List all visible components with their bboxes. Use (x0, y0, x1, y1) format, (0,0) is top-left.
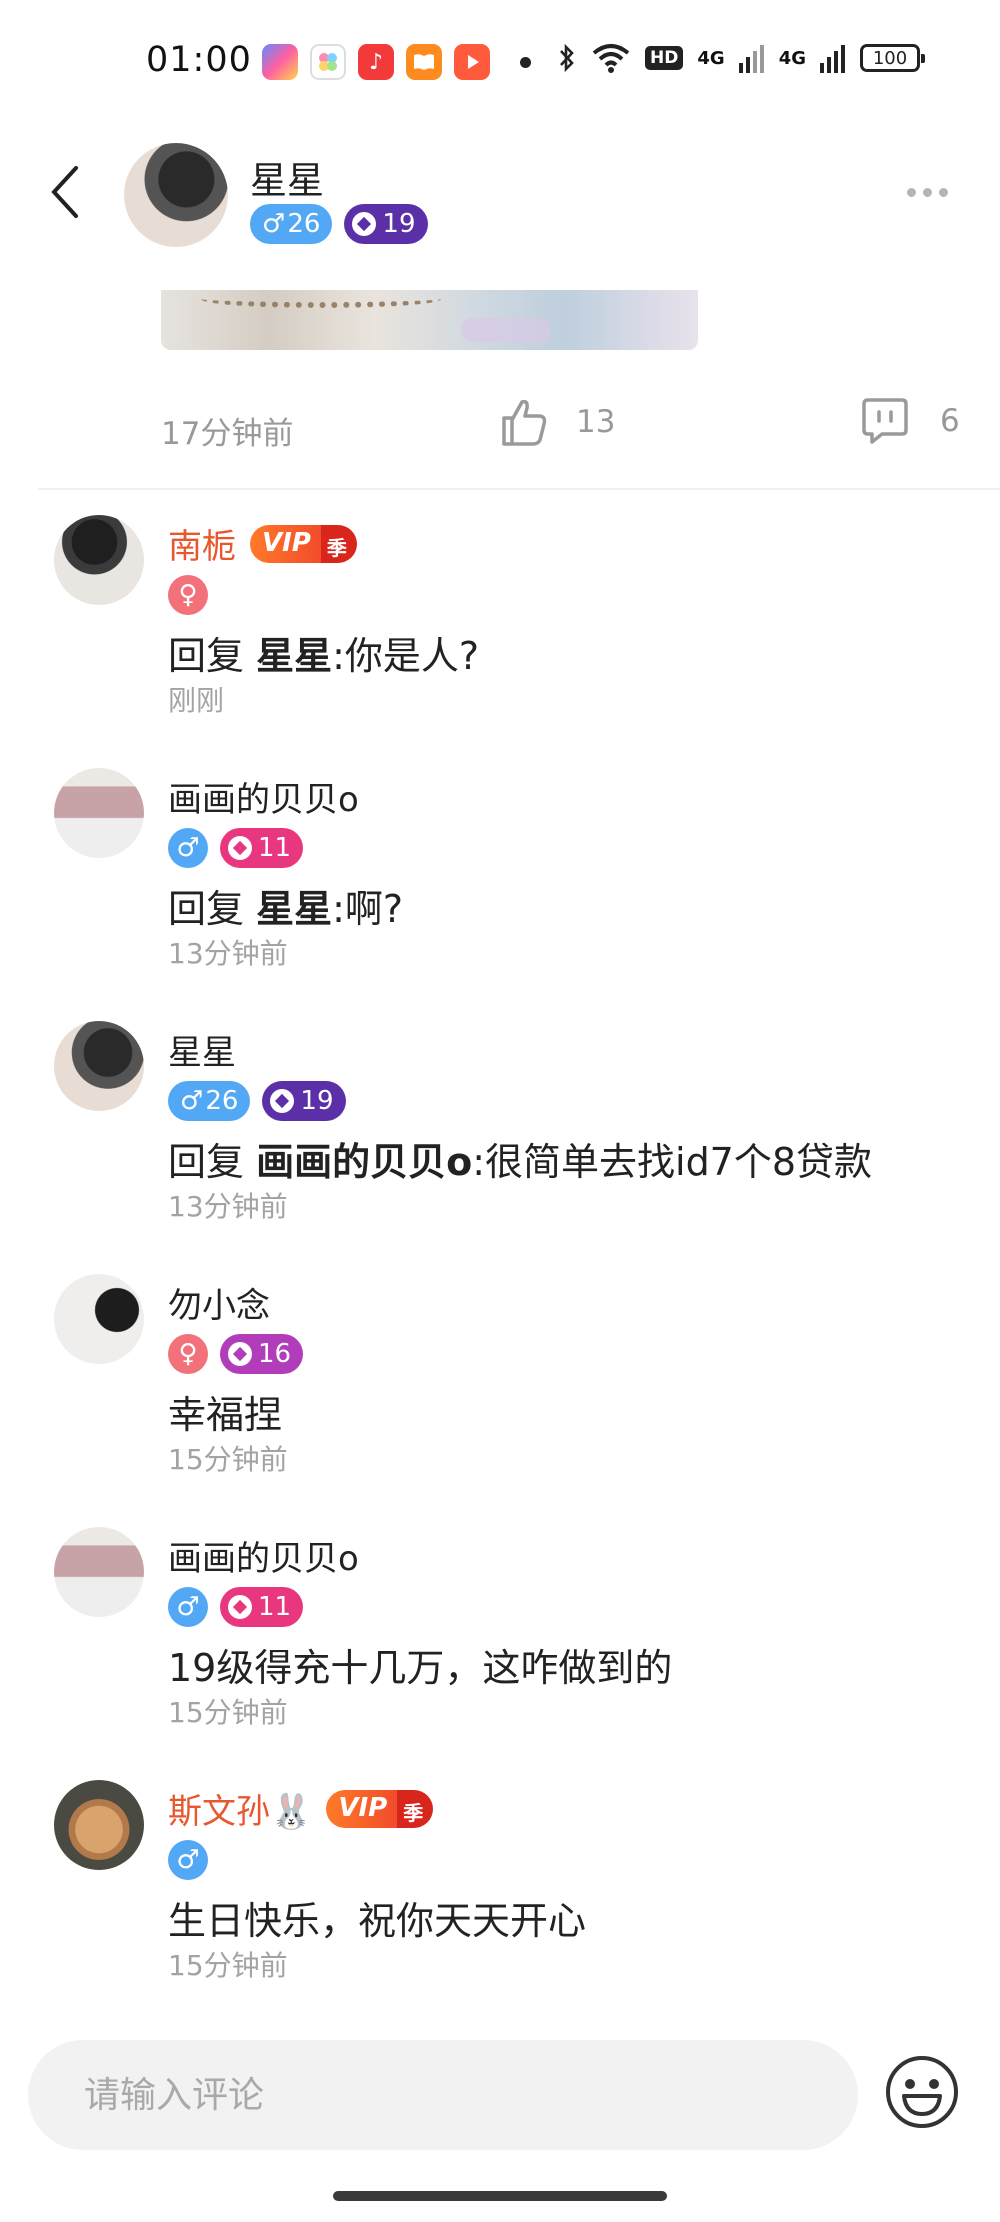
reply-target[interactable]: 星星 (256, 634, 332, 678)
thumbs-up-icon (502, 399, 547, 446)
comment-input[interactable] (28, 2040, 858, 2150)
avatar[interactable] (54, 515, 144, 605)
level-badge: 19 (344, 204, 428, 244)
comment-item[interactable]: 画画的贝贝o ♂ 11 回复 星星:啊? 13分钟前 (0, 768, 1000, 1008)
comment-bubble-icon (862, 398, 908, 444)
diamond-icon (352, 212, 377, 236)
level-badge: 16 (220, 1334, 304, 1374)
header-badges: ♂ 26 19 (250, 204, 428, 244)
comment-item[interactable]: 勿小念 ♀ 16 幸福捏 15分钟前 (0, 1274, 1000, 1514)
bluetooth-icon (560, 43, 574, 73)
avatar[interactable] (54, 1021, 144, 1111)
battery-icon: 100 (860, 44, 925, 72)
comment-text: 回复 画画的贝贝o:很简单去找id7个8贷款 (168, 1140, 873, 1184)
app-icon-theme (310, 44, 346, 80)
comment-text: 回复 星星:你是人? (168, 634, 480, 678)
vip-badge: VIP 季 (326, 1789, 434, 1828)
diamond-icon (228, 1342, 252, 1366)
avatar[interactable] (54, 1780, 144, 1870)
like-button[interactable]: 13 (500, 396, 615, 448)
level-badge: 19 (262, 1081, 346, 1121)
avatar[interactable] (54, 768, 144, 858)
comment-username[interactable]: 勿小念 (168, 1278, 270, 1327)
signal-2-label: 4G (778, 47, 806, 69)
reply-target[interactable]: 星星 (256, 887, 332, 931)
comment-time: 13分钟前 (168, 937, 288, 970)
comment-button[interactable]: 6 (860, 396, 960, 446)
diamond-icon (228, 836, 252, 860)
vip-badge: VIP 季 (250, 524, 357, 563)
smiley-icon (886, 2056, 958, 2128)
comment-item[interactable]: 南栀 VIP 季 ♀ 回复 星星:你是人? 刚刚 (0, 515, 1000, 755)
more-options-button[interactable] (907, 188, 948, 197)
female-icon: ♀ (168, 575, 208, 615)
home-indicator[interactable] (333, 2191, 667, 2201)
signal-1-label: 4G (697, 47, 725, 69)
comment-username[interactable]: 南栀 (168, 519, 236, 568)
comment-text: 生日快乐，祝你天天开心 (168, 1899, 587, 1943)
status-app-icons: ♪ (262, 44, 531, 80)
comment-time: 15分钟前 (168, 1949, 288, 1982)
emoji-button[interactable] (882, 2052, 962, 2132)
post-meta: 17分钟前 13 6 (0, 392, 1000, 462)
status-bar: 01:00 ♪ HD 4G 4G 100 (0, 0, 1000, 120)
comment-item[interactable]: 斯文孙🐰 VIP 季 ♂ 生日快乐，祝你天天开心 15分钟前 (0, 1780, 1000, 2020)
avatar[interactable] (124, 143, 228, 247)
diamond-icon (270, 1089, 295, 1113)
avatar[interactable] (54, 1527, 144, 1617)
comment-text: 19级得充十几万，这咋做到的 (168, 1646, 673, 1690)
reply-target[interactable]: 画画的贝贝o (256, 1140, 472, 1184)
avatar[interactable] (54, 1274, 144, 1364)
comment-username[interactable]: 星星 (168, 1025, 236, 1074)
chevron-left-icon (51, 166, 78, 218)
hd-icon: HD (645, 46, 684, 70)
comment-time: 刚刚 (168, 684, 225, 717)
comment-item[interactable]: 画画的贝贝o ♂ 11 19级得充十几万，这咋做到的 15分钟前 (0, 1527, 1000, 1767)
comment-time: 13分钟前 (168, 1190, 288, 1223)
gender-age-badge: ♂ 26 (168, 1081, 251, 1121)
app-icon-music: ♪ (358, 44, 394, 80)
comment-time: 15分钟前 (168, 1696, 288, 1729)
app-icon-photos (262, 44, 298, 80)
wifi-icon (592, 44, 630, 73)
male-icon: ♂ (168, 1840, 208, 1880)
signal-1-icon (738, 45, 764, 73)
status-indicators: HD 4G 4G 100 (557, 42, 925, 74)
notification-dot-icon (520, 56, 531, 68)
comment-time: 15分钟前 (168, 1443, 288, 1476)
status-time: 01:00 (146, 40, 252, 80)
comment-username[interactable]: 画画的贝贝o (168, 772, 359, 821)
female-icon: ♀ (168, 1334, 208, 1374)
comment-count: 6 (940, 403, 960, 439)
comment-username[interactable]: 画画的贝贝o (168, 1531, 359, 1580)
post-image[interactable] (161, 290, 698, 350)
diamond-icon (228, 1595, 252, 1619)
app-icon-video (454, 44, 490, 80)
chat-header: 星星 ♂ 26 19 (0, 130, 1000, 260)
comment-username[interactable]: 斯文孙🐰 (168, 1784, 312, 1833)
comment-text: 幸福捏 (168, 1393, 283, 1437)
male-icon: ♂ (262, 209, 286, 239)
back-button[interactable] (40, 162, 90, 222)
comment-item[interactable]: 星星 ♂ 26 19 回复 画画的贝贝o:很简单去找id7个8贷款 13分钟前 (0, 1021, 1000, 1261)
male-icon: ♂ (168, 828, 208, 868)
comment-input-bar (0, 2030, 1000, 2160)
divider (38, 488, 1000, 490)
male-icon: ♂ (180, 1086, 204, 1116)
comment-text: 回复 星星:啊? (168, 887, 404, 931)
post-time: 17分钟前 (161, 416, 294, 452)
like-count: 13 (576, 404, 616, 440)
gender-age-badge: ♂ 26 (250, 204, 333, 244)
level-badge: 11 (220, 1587, 304, 1627)
page-title[interactable]: 星星 (250, 150, 324, 204)
level-badge: 11 (220, 828, 304, 868)
male-icon: ♂ (168, 1587, 208, 1627)
signal-2-icon (820, 45, 845, 73)
app-icon-books (406, 44, 442, 80)
